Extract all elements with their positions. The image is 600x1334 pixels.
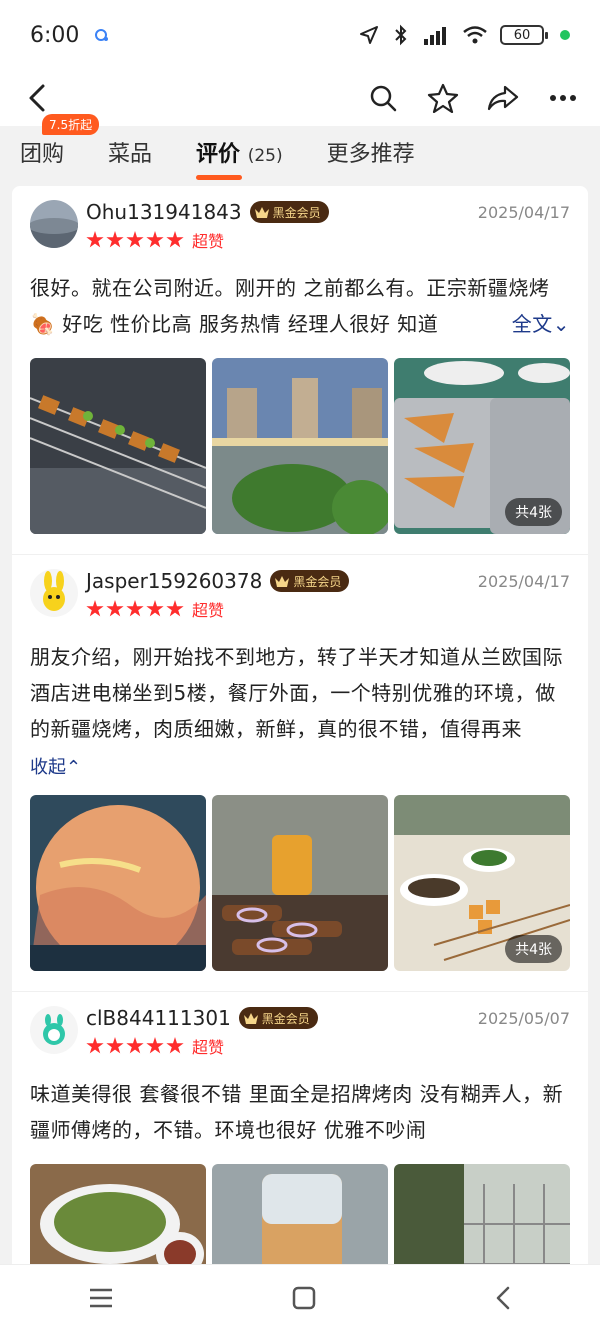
review-count: (25) xyxy=(247,146,283,166)
search-icon[interactable] xyxy=(366,81,400,115)
star-icon xyxy=(86,1037,104,1054)
crown-icon xyxy=(243,1013,258,1024)
review-item: Ohu131941843 黑金会员 2025/04/17 超赞 很好。就在公司附… xyxy=(12,186,588,555)
rating-stars xyxy=(86,231,184,249)
review-photos: 共4张 xyxy=(30,795,570,971)
tab-bar: 7.5折起 团购 菜品 评价 (25) 更多推荐 xyxy=(0,114,600,186)
status-bar: 6:00 60 xyxy=(0,0,600,70)
review-photo[interactable]: 共4张 xyxy=(394,795,570,971)
review-photo[interactable] xyxy=(30,1164,206,1264)
review-date: 2025/04/17 xyxy=(477,571,570,591)
review-photo[interactable] xyxy=(30,795,206,971)
star-icon xyxy=(146,231,164,248)
cloud-sync-icon xyxy=(95,29,109,41)
review-photo[interactable] xyxy=(212,795,388,971)
expand-full-text-link[interactable]: 全文⌄ xyxy=(491,306,570,342)
more-icon[interactable] xyxy=(546,81,580,115)
star-icon xyxy=(106,231,124,248)
review-photo[interactable] xyxy=(394,1164,570,1264)
review-list[interactable]: Ohu131941843 黑金会员 2025/04/17 超赞 很好。就在公司附… xyxy=(12,186,588,1264)
review-body: 很好。就在公司附近。刚开的 之前都么有。正宗新疆烧烤🍖 好吃 性价比高 服务热情… xyxy=(30,276,550,336)
tab-label: 更多推荐 xyxy=(326,142,415,167)
rating-text: 超赞 xyxy=(192,232,225,251)
user-name[interactable]: Jasper159260378 xyxy=(86,569,262,593)
avatar[interactable] xyxy=(30,1006,78,1054)
battery-indicator: 60 xyxy=(500,25,548,45)
tab-more-recommend[interactable]: 更多推荐 xyxy=(327,136,415,176)
star-icon xyxy=(86,600,104,617)
rating-stars xyxy=(86,1037,184,1055)
star-icon xyxy=(126,231,144,248)
review-text: 朋友介绍，刚开始找不到地方，转了半天才知道从兰欧国际酒店进电梯坐到5楼，餐厅外面… xyxy=(30,639,570,747)
user-name[interactable]: clB844111301 xyxy=(86,1006,231,1030)
review-photo[interactable] xyxy=(212,358,388,534)
rating-stars xyxy=(86,600,184,618)
share-icon[interactable] xyxy=(486,81,520,115)
review-photo[interactable] xyxy=(212,1164,388,1264)
vip-label: 黑金会员 xyxy=(261,1011,310,1026)
wifi-icon xyxy=(463,26,487,44)
review-photo[interactable] xyxy=(30,358,206,534)
review-text: 很好。就在公司附近。刚开的 之前都么有。正宗新疆烧烤🍖 好吃 性价比高 服务热情… xyxy=(30,270,570,342)
star-icon xyxy=(106,600,124,617)
user-name[interactable]: Ohu131941843 xyxy=(86,200,242,224)
star-icon xyxy=(166,600,184,617)
collapse-text-link[interactable]: 收起⌃ xyxy=(30,753,570,779)
vip-badge: 黑金会员 xyxy=(238,1007,318,1029)
review-photos xyxy=(30,1164,570,1264)
star-icon xyxy=(126,1037,144,1054)
photo-count-badge: 共4张 xyxy=(505,498,562,526)
vip-label: 黑金会员 xyxy=(272,205,321,220)
discount-badge: 7.5折起 xyxy=(42,114,100,135)
avatar[interactable] xyxy=(30,569,78,617)
review-photo[interactable]: 共4张 xyxy=(394,358,570,534)
tab-label: 评价 xyxy=(196,142,241,167)
avatar[interactable] xyxy=(30,200,78,248)
back-arrow-icon[interactable] xyxy=(20,81,54,115)
star-icon xyxy=(86,231,104,248)
tab-label: 菜品 xyxy=(108,142,153,167)
review-item: Jasper159260378 黑金会员 2025/04/17 超赞 朋友介绍，… xyxy=(12,555,588,992)
home-icon[interactable] xyxy=(291,1285,317,1315)
battery-level: 60 xyxy=(513,27,531,43)
vip-badge: 黑金会员 xyxy=(270,570,350,592)
star-icon xyxy=(146,600,164,617)
bluetooth-icon xyxy=(395,24,407,46)
review-text: 味道美得很 套餐很不错 里面全是招牌烤肉 没有糊弄人，新疆师傅烤的，不错。环境也… xyxy=(30,1076,570,1148)
signal-icon xyxy=(424,27,446,45)
review-body: 朋友介绍，刚开始找不到地方，转了半天才知道从兰欧国际酒店进电梯坐到5楼，餐厅外面… xyxy=(30,645,563,741)
review-item: clB844111301 黑金会员 2025/05/07 超赞 味道美得很 套餐… xyxy=(12,992,588,1264)
review-date: 2025/05/07 xyxy=(477,1008,570,1028)
status-dot xyxy=(560,30,570,40)
tab-dishes[interactable]: 菜品 xyxy=(108,136,152,176)
location-icon xyxy=(360,26,378,44)
photo-count-badge: 共4张 xyxy=(505,935,562,963)
star-icon xyxy=(106,1037,124,1054)
vip-badge: 黑金会员 xyxy=(249,201,329,223)
tab-reviews[interactable]: 评价 (25) xyxy=(196,136,283,180)
tab-label: 团购 xyxy=(20,142,65,167)
review-date: 2025/04/17 xyxy=(477,202,570,222)
crown-icon xyxy=(275,576,290,587)
tab-group-buy[interactable]: 7.5折起 团购 xyxy=(20,114,100,176)
vip-label: 黑金会员 xyxy=(293,574,342,589)
star-icon xyxy=(166,231,184,248)
rating-text: 超赞 xyxy=(192,601,225,620)
system-back-icon[interactable] xyxy=(494,1285,512,1315)
rating-text: 超赞 xyxy=(192,1038,225,1057)
review-body: 味道美得很 套餐很不错 里面全是招牌烤肉 没有糊弄人，新疆师傅烤的，不错。环境也… xyxy=(30,1082,564,1142)
system-nav-bar xyxy=(0,1264,600,1334)
crown-icon xyxy=(254,207,269,218)
active-tab-indicator xyxy=(196,175,243,180)
star-icon[interactable] xyxy=(426,81,460,115)
menu-icon[interactable] xyxy=(88,1287,114,1313)
review-photos: 共4张 xyxy=(30,358,570,534)
star-icon xyxy=(146,1037,164,1054)
star-icon xyxy=(166,1037,184,1054)
status-time: 6:00 xyxy=(30,22,80,48)
star-icon xyxy=(126,600,144,617)
